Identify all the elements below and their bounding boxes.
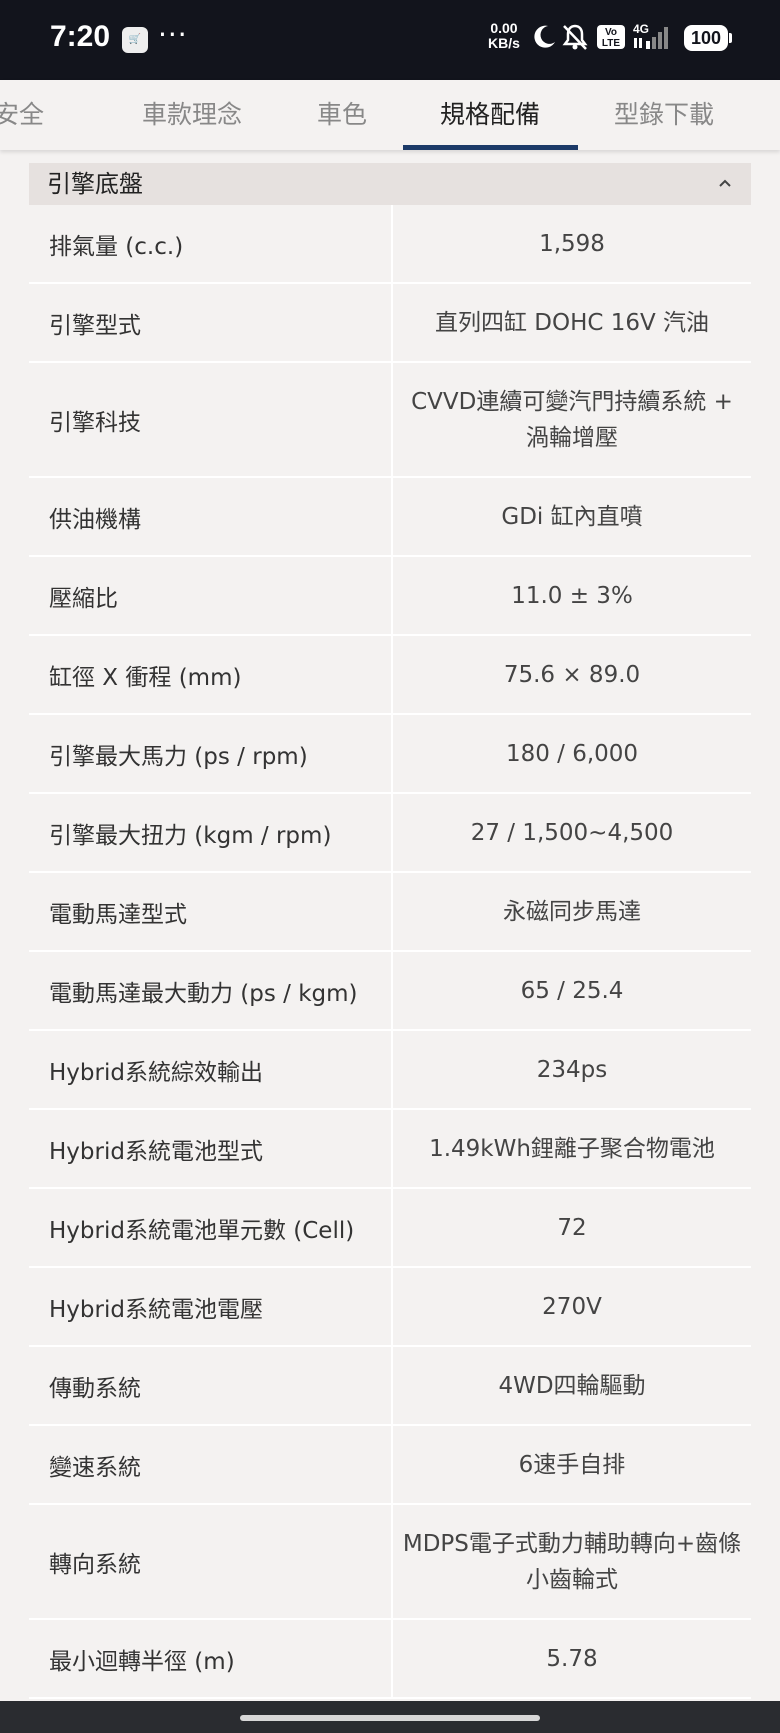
spec-label: 缸徑 X 衝程 (mm) [49, 664, 242, 691]
tab-safety[interactable]: 安全 [0, 80, 44, 150]
table-row: 轉向系統 MDPS電子式動力輔助轉向+齒條小齒輪式 [29, 1505, 751, 1620]
spec-label: Hybrid系統電池電壓 [49, 1296, 263, 1323]
tab-catalog-download[interactable]: 型錄下載 [614, 80, 714, 150]
table-row: 缸徑 X 衝程 (mm) 75.6 × 89.0 [29, 636, 751, 715]
table-row: 最小迴轉半徑 (m) 5.78 [29, 1620, 751, 1699]
spec-value: 180 / 6,000 [391, 715, 751, 792]
chevron-up-icon[interactable] [713, 171, 737, 195]
category-tab-bar: 安全 車款理念 車色 規格配備 型錄下載 [0, 80, 780, 150]
spec-value: 27 / 1,500~4,500 [391, 794, 751, 871]
status-bar: 7:20 🛒 ··· 0.00 KB/s Vo LTE 4G 100 [0, 0, 780, 80]
table-row: 排氣量 (c.c.) 1,598 [29, 205, 751, 284]
svg-text:Vo: Vo [605, 27, 617, 38]
table-row: 引擎最大扭力 (kgm / rpm) 27 / 1,500~4,500 [29, 794, 751, 873]
spec-label: 電動馬達型式 [49, 901, 187, 928]
spec-value: 5.78 [391, 1620, 751, 1697]
spec-value: MDPS電子式動力輔助轉向+齒條小齒輪式 [391, 1505, 751, 1618]
spec-label: Hybrid系統電池型式 [49, 1138, 263, 1165]
battery-tip [729, 33, 732, 43]
table-row: 供油機構 GDi 缸內直噴 [29, 478, 751, 557]
table-row: 變速系統 6速手自排 [29, 1426, 751, 1505]
spec-value: 234ps [391, 1031, 751, 1108]
table-row: 引擎最大馬力 (ps / rpm) 180 / 6,000 [29, 715, 751, 794]
status-time: 7:20 [50, 20, 111, 53]
svg-text:4G: 4G [633, 22, 649, 36]
spec-label: 電動馬達最大動力 (ps / kgm) [49, 980, 358, 1007]
spec-label: Hybrid系統綜效輸出 [49, 1059, 263, 1086]
network-speed: 0.00 KB/s [488, 21, 520, 51]
spec-value: 11.0 ± 3% [391, 557, 751, 634]
table-row: Hybrid系統綜效輸出 234ps [29, 1031, 751, 1110]
table-row: Hybrid系統電池型式 1.49kWh鋰離子聚合物電池 [29, 1110, 751, 1189]
spec-label: 引擎型式 [49, 312, 141, 339]
do-not-disturb-moon-icon [534, 25, 555, 48]
spec-value: 270V [391, 1268, 751, 1345]
spec-value: 75.6 × 89.0 [391, 636, 751, 713]
spec-value: 4WD四輪驅動 [391, 1347, 751, 1424]
spec-value: 6速手自排 [391, 1426, 751, 1503]
spec-label: 轉向系統 [49, 1551, 141, 1578]
spec-value: 1,598 [391, 205, 751, 282]
section-title: 引擎底盤 [47, 170, 143, 198]
spec-value: GDi 缸內直噴 [391, 478, 751, 555]
more-notifications-icon: ··· [158, 18, 188, 51]
spec-value: 直列四缸 DOHC 16V 汽油 [391, 284, 751, 361]
spec-label: 傳動系統 [49, 1375, 141, 1402]
table-row: 引擎型式 直列四缸 DOHC 16V 汽油 [29, 284, 751, 363]
table-row: 傳動系統 4WD四輪驅動 [29, 1347, 751, 1426]
system-navigation-bar [0, 1701, 780, 1733]
section-header-engine-chassis[interactable]: 引擎底盤 [29, 163, 751, 205]
spec-label: 供油機構 [49, 506, 141, 533]
signal-4g-icon: 4G [633, 22, 668, 49]
spec-label: 最小迴轉半徑 (m) [49, 1648, 235, 1675]
table-row: Hybrid系統電池電壓 270V [29, 1268, 751, 1347]
spec-label: Hybrid系統電池單元數 (Cell) [49, 1217, 355, 1244]
spec-value: CVVD連續可變汽門持續系統 + 渦輪增壓 [391, 363, 751, 476]
spec-label: 引擎最大扭力 (kgm / rpm) [49, 822, 332, 849]
network-speed-unit: KB/s [488, 35, 520, 51]
spec-label: 壓縮比 [49, 585, 118, 612]
spec-label: 排氣量 (c.c.) [49, 233, 184, 260]
table-row: 引擎科技 CVVD連續可變汽門持續系統 + 渦輪增壓 [29, 363, 751, 478]
muted-bell-icon [562, 24, 588, 50]
spec-label: 變速系統 [49, 1454, 141, 1481]
table-row: 電動馬達最大動力 (ps / kgm) 65 / 25.4 [29, 952, 751, 1031]
home-gesture-handle[interactable] [240, 1715, 540, 1721]
tab-specs[interactable]: 規格配備 [440, 80, 540, 150]
spec-value: 65 / 25.4 [391, 952, 751, 1029]
network-speed-value: 0.00 [490, 20, 518, 36]
battery-icon: 100 [684, 25, 728, 51]
spec-value: 1.49kWh鋰離子聚合物電池 [391, 1110, 751, 1187]
table-row: Hybrid系統電池單元數 (Cell) 72 [29, 1189, 751, 1268]
svg-text:LTE: LTE [602, 38, 620, 49]
spec-label: 引擎最大馬力 (ps / rpm) [49, 743, 308, 770]
spec-value: 72 [391, 1189, 751, 1266]
tab-colors[interactable]: 車色 [317, 80, 367, 150]
grocery-app-icon: 🛒 [122, 27, 148, 53]
tab-concept[interactable]: 車款理念 [142, 80, 242, 150]
table-row: 電動馬達型式 永磁同步馬達 [29, 873, 751, 952]
spec-value: 永磁同步馬達 [391, 873, 751, 950]
spec-label: 引擎科技 [49, 409, 141, 436]
active-tab-indicator [403, 145, 578, 150]
table-row: 壓縮比 11.0 ± 3% [29, 557, 751, 636]
volte-icon: Vo LTE [597, 25, 625, 49]
